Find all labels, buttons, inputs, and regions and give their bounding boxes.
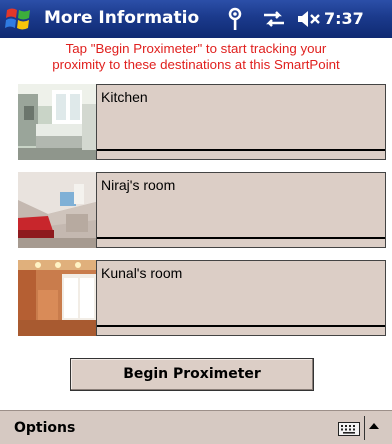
destination-item[interactable]: Kitchen xyxy=(18,84,388,160)
destination-item[interactable]: Niraj's room xyxy=(18,172,388,248)
divider xyxy=(97,237,385,239)
clock[interactable]: 7:37 xyxy=(324,9,364,28)
sync-icon[interactable] xyxy=(262,10,286,28)
windows-start-icon[interactable] xyxy=(5,6,33,32)
destination-item[interactable]: Kunal's room xyxy=(18,260,388,336)
chevron-up-icon[interactable] xyxy=(368,421,380,431)
options-menu[interactable]: Options xyxy=(14,420,75,436)
destination-panel[interactable]: Kunal's room xyxy=(96,260,386,336)
divider xyxy=(97,149,385,151)
divider xyxy=(364,416,365,440)
destination-label: Kunal's room xyxy=(101,265,183,281)
divider xyxy=(97,325,385,327)
instruction-text: Tap "Begin Proximeter" to start tracking… xyxy=(0,41,392,73)
window-title: More Informatio xyxy=(44,8,200,28)
keyboard-icon[interactable] xyxy=(338,422,360,436)
begin-proximeter-button[interactable]: Begin Proximeter xyxy=(70,358,314,391)
speaker-muted-icon[interactable] xyxy=(296,10,322,28)
destination-panel[interactable]: Niraj's room xyxy=(96,172,386,248)
instruction-line-1: Tap "Begin Proximeter" to start tracking… xyxy=(65,41,327,56)
destination-label: Niraj's room xyxy=(101,177,176,193)
antenna-icon[interactable] xyxy=(226,7,244,31)
destination-panel[interactable]: Kitchen xyxy=(96,84,386,160)
niraj-room-photo xyxy=(18,172,96,248)
destination-label: Kitchen xyxy=(101,89,148,105)
kitchen-photo xyxy=(18,84,96,160)
kunal-room-photo xyxy=(18,260,96,336)
title-bar: More Informatio 7:37 xyxy=(0,0,392,38)
instruction-line-2: proximity to these destinations at this … xyxy=(52,57,340,72)
menu-bar: Options xyxy=(0,410,392,444)
